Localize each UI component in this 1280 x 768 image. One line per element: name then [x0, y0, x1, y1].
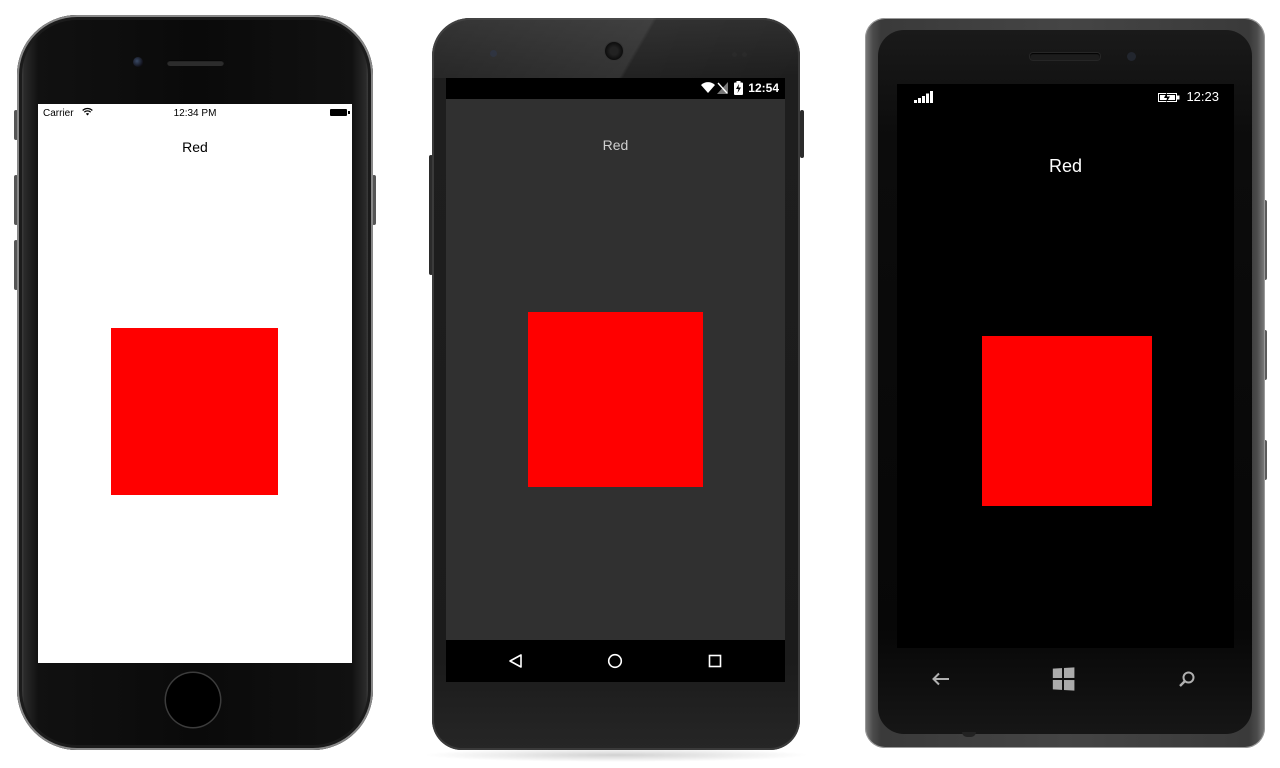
ios-screen: Carrier 12:34 PM Red — [38, 104, 352, 663]
recents-icon[interactable] — [703, 650, 727, 672]
android-front-camera — [490, 50, 497, 57]
search-icon[interactable] — [1174, 666, 1200, 692]
android-status-time: 12:54 — [748, 81, 779, 95]
signal-icon — [914, 90, 934, 108]
ios-front-camera — [133, 57, 143, 67]
android-status-bar: 12:54 — [446, 78, 785, 99]
android-earpiece-speaker — [605, 42, 623, 60]
color-box-view — [528, 312, 703, 487]
battery-charging-icon — [734, 81, 743, 98]
android-frame-shadow — [422, 748, 810, 762]
android-proximity-sensor — [732, 52, 737, 57]
color-name-label: Red — [182, 139, 208, 155]
home-icon[interactable] — [603, 650, 627, 672]
ios-status-bar: Carrier 12:34 PM — [38, 104, 352, 122]
android-light-sensor — [742, 52, 747, 57]
windows-phone-screen: 12:23 Red — [897, 84, 1234, 648]
color-name-label: Red — [602, 137, 629, 153]
wp-status-time: 12:23 — [1186, 89, 1219, 104]
color-name-label: Red — [1048, 156, 1083, 176]
android-power-button[interactable] — [800, 110, 804, 158]
color-box-view — [111, 328, 278, 495]
windows-start-icon[interactable] — [1052, 667, 1075, 691]
back-icon[interactable] — [928, 666, 954, 692]
color-box-view — [982, 336, 1152, 506]
back-icon[interactable] — [504, 650, 528, 672]
ios-status-time: 12:34 PM — [173, 108, 217, 119]
ios-earpiece-speaker — [167, 60, 224, 66]
android-screen: Red — [446, 99, 785, 640]
battery-icon — [330, 109, 350, 116]
battery-icon — [1158, 90, 1180, 108]
ios-home-button[interactable] — [166, 673, 220, 727]
no-sim-icon — [717, 82, 728, 97]
wp-earpiece-speaker — [1030, 53, 1100, 60]
android-navigation-bar — [446, 640, 785, 682]
wp-front-camera — [1127, 52, 1136, 61]
wifi-icon — [701, 82, 715, 97]
